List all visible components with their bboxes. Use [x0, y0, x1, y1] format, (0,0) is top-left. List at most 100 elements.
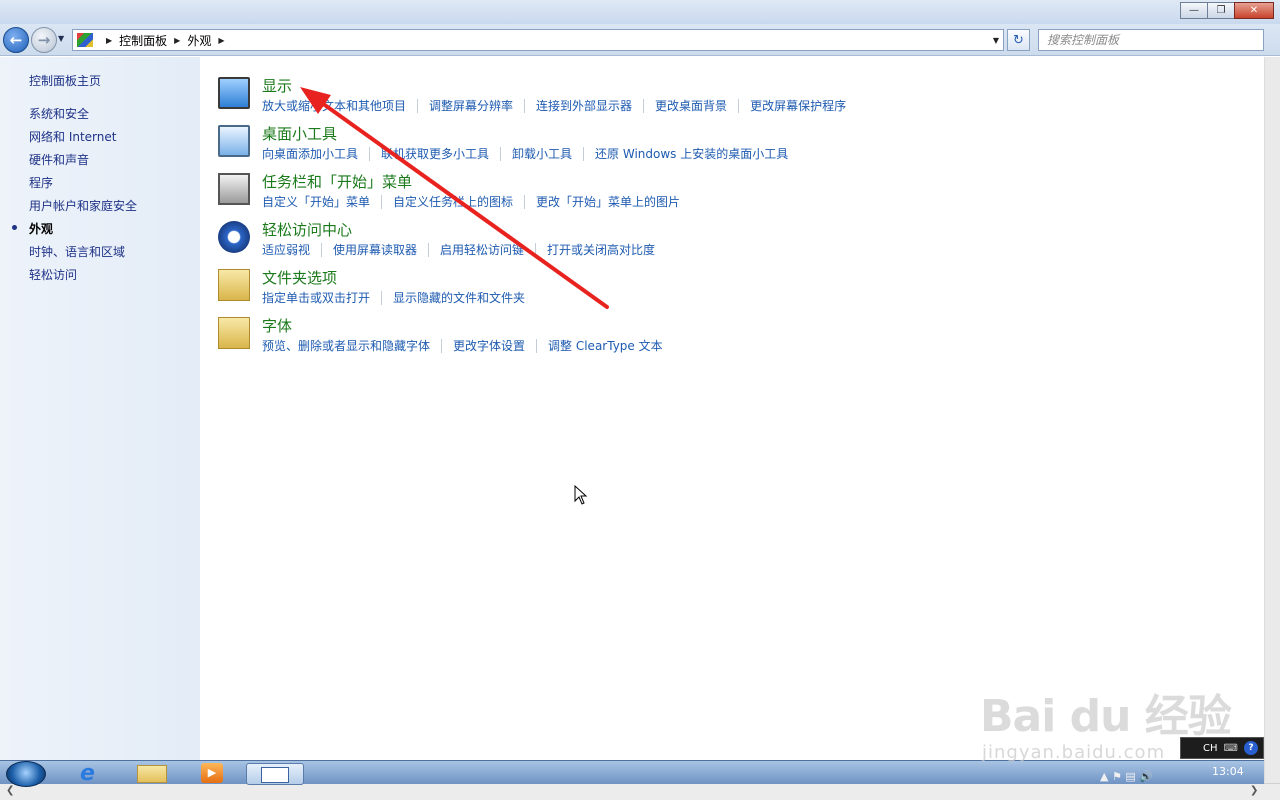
gadgets-icon[interactable] — [218, 125, 250, 157]
category-links: 预览、删除或者显示和隐藏字体 更改字体设置 调整 ClearType 文本 — [262, 337, 663, 354]
category-links: 向桌面添加小工具 联机获取更多小工具 卸载小工具 还原 Windows 上安装的桌面小… — [262, 145, 788, 162]
media-player-icon: ▶ — [201, 763, 223, 783]
address-bar[interactable]: ▶ 控制面板 ▶ 外观 ▶ ▼ — [72, 29, 1004, 51]
task-link[interactable]: 适应弱视 — [262, 241, 310, 258]
help-icon[interactable]: ? — [1243, 741, 1258, 755]
fonts-icon[interactable] — [218, 317, 250, 349]
link-divider — [321, 242, 323, 257]
internet-explorer-icon: e — [80, 761, 95, 786]
link-divider — [583, 146, 585, 161]
task-link[interactable]: 连接到外部显示器 — [536, 97, 632, 114]
sidebar-item-hardware-sound[interactable]: 硬件和声音 — [29, 151, 89, 168]
keyboard-icon[interactable]: ⌨ — [1224, 743, 1238, 754]
scroll-left-icon[interactable]: ❮ — [6, 785, 14, 796]
ease-of-access-icon[interactable] — [218, 221, 250, 253]
taskbar-explorer-button[interactable] — [134, 763, 170, 785]
category-3: 任务栏和「开始」菜单 自定义「开始」菜单 自定义任务栏上的图标 更改「开始」菜单上的图… — [218, 171, 1218, 215]
sidebar-home-link[interactable]: 控制面板主页 — [29, 72, 101, 89]
link-divider — [524, 194, 526, 209]
task-link[interactable]: 放大或缩小文本和其他项目 — [262, 97, 406, 114]
breadcrumb-control-panel[interactable]: 控制面板 — [119, 32, 167, 49]
category-title[interactable]: 显示 — [262, 75, 292, 96]
link-divider — [535, 242, 537, 257]
category-links: 自定义「开始」菜单 自定义任务栏上的图标 更改「开始」菜单上的图片 — [262, 193, 680, 210]
task-link[interactable]: 显示隐藏的文件和文件夹 — [393, 289, 525, 306]
task-link[interactable]: 预览、删除或者显示和隐藏字体 — [262, 337, 430, 354]
task-link[interactable]: 卸载小工具 — [512, 145, 572, 162]
language-indicator[interactable]: CH — [1203, 743, 1218, 754]
link-divider — [369, 146, 371, 161]
search-input[interactable]: 搜索控制面板 — [1038, 29, 1264, 51]
breadcrumb-appearance[interactable]: 外观 — [187, 32, 211, 49]
sidebar-item-clock-language[interactable]: 时钟、语言和区域 — [29, 243, 125, 260]
task-link[interactable]: 向桌面添加小工具 — [262, 145, 358, 162]
sidebar-item-programs[interactable]: 程序 — [29, 174, 53, 191]
horizontal-scrollbar[interactable]: ❮ ❯ — [0, 783, 1280, 800]
category-1: 显示 放大或缩小文本和其他项目 调整屏幕分辨率 连接到外部显示器 更改桌面背景 更改屏幕保… — [218, 75, 1218, 119]
close-icon[interactable]: ✕ — [1234, 2, 1274, 19]
task-link[interactable]: 使用屏幕读取器 — [333, 241, 417, 258]
sidebar-item-network[interactable]: 网络和 Internet — [29, 128, 116, 145]
taskbar-icon[interactable] — [218, 173, 250, 205]
vertical-scrollbar[interactable] — [1264, 57, 1280, 785]
link-divider — [524, 98, 526, 113]
control-panel-window-icon — [261, 767, 289, 783]
category-title[interactable]: 文件夹选项 — [262, 267, 337, 288]
task-link[interactable]: 更改屏幕保护程序 — [750, 97, 846, 114]
minimize-icon[interactable]: — — [1180, 2, 1208, 19]
address-dropdown-icon[interactable]: ▼ — [993, 36, 999, 45]
recent-pages-dropdown-icon[interactable]: ▼ — [58, 34, 64, 43]
category-title[interactable]: 任务栏和「开始」菜单 — [262, 171, 412, 192]
link-divider — [643, 98, 645, 113]
task-link[interactable]: 自定义任务栏上的图标 — [393, 193, 513, 210]
task-link[interactable]: 更改桌面背景 — [655, 97, 727, 114]
display-icon[interactable] — [218, 77, 250, 109]
restore-icon[interactable]: ❐ — [1207, 2, 1235, 19]
taskbar-control-panel-button[interactable] — [246, 763, 304, 785]
sidebar-item-system-security[interactable]: 系统和安全 — [29, 105, 89, 122]
notification-area[interactable]: ▲ ⚑ ▤ 🔊 — [1100, 770, 1153, 783]
language-bar[interactable]: CH ⌨ ? — [1180, 737, 1264, 759]
window-controls: — ❐ ✕ — [1180, 2, 1274, 19]
taskbar-media-player-button[interactable]: ▶ — [194, 763, 230, 785]
link-divider — [441, 338, 443, 353]
breadcrumb-separator-icon[interactable]: ▶ — [106, 36, 112, 45]
task-link[interactable]: 自定义「开始」菜单 — [262, 193, 370, 210]
sidebar-item-user-accounts[interactable]: 用户帐户和家庭安全 — [29, 197, 137, 214]
link-divider — [738, 98, 740, 113]
taskbar-ie-button[interactable]: e — [72, 763, 108, 785]
breadcrumb-separator-icon[interactable]: ▶ — [218, 36, 224, 45]
forward-button[interactable]: → — [31, 27, 57, 53]
category-6: 字体 预览、删除或者显示和隐藏字体 更改字体设置 调整 ClearType 文本 — [218, 315, 1218, 359]
link-divider — [500, 146, 502, 161]
link-divider — [381, 290, 383, 305]
link-divider — [428, 242, 430, 257]
sidebar-item-ease-of-access[interactable]: 轻松访问 — [29, 266, 77, 283]
category-links: 适应弱视 使用屏幕读取器 启用轻松访问键 打开或关闭高对比度 — [262, 241, 655, 258]
task-link[interactable]: 还原 Windows 上安装的桌面小工具 — [595, 145, 788, 162]
category-title[interactable]: 轻松访问中心 — [262, 219, 352, 240]
scroll-right-icon[interactable]: ❯ — [1250, 785, 1258, 796]
current-item-bullet-icon — [12, 225, 17, 230]
back-button[interactable]: ← — [3, 27, 29, 53]
category-title[interactable]: 字体 — [262, 315, 292, 336]
task-link[interactable]: 启用轻松访问键 — [440, 241, 524, 258]
clock[interactable]: 13:04 — [1212, 765, 1244, 778]
task-link[interactable]: 调整屏幕分辨率 — [429, 97, 513, 114]
category-5: 文件夹选项 指定单击或双击打开 显示隐藏的文件和文件夹 — [218, 267, 1218, 311]
control-panel-icon — [77, 33, 93, 47]
refresh-button[interactable]: ↻ — [1007, 29, 1030, 51]
task-link[interactable]: 调整 ClearType 文本 — [548, 337, 663, 354]
task-link[interactable]: 更改「开始」菜单上的图片 — [536, 193, 680, 210]
start-button[interactable] — [6, 761, 46, 787]
category-2: 桌面小工具 向桌面添加小工具 联机获取更多小工具 卸载小工具 还原 Windows 上安… — [218, 123, 1218, 167]
task-link[interactable]: 指定单击或双击打开 — [262, 289, 370, 306]
main-content: 显示 放大或缩小文本和其他项目 调整屏幕分辨率 连接到外部显示器 更改桌面背景 更改屏幕保… — [200, 57, 1264, 760]
folder-options-icon[interactable] — [218, 269, 250, 301]
category-title[interactable]: 桌面小工具 — [262, 123, 337, 144]
task-link[interactable]: 更改字体设置 — [453, 337, 525, 354]
breadcrumb-separator-icon[interactable]: ▶ — [174, 36, 180, 45]
task-link[interactable]: 打开或关闭高对比度 — [547, 241, 655, 258]
task-link[interactable]: 联机获取更多小工具 — [381, 145, 489, 162]
navigation-bar: ← → ▼ ▶ 控制面板 ▶ 外观 ▶ ▼ ↻ 搜索控制面板 — [0, 24, 1280, 56]
